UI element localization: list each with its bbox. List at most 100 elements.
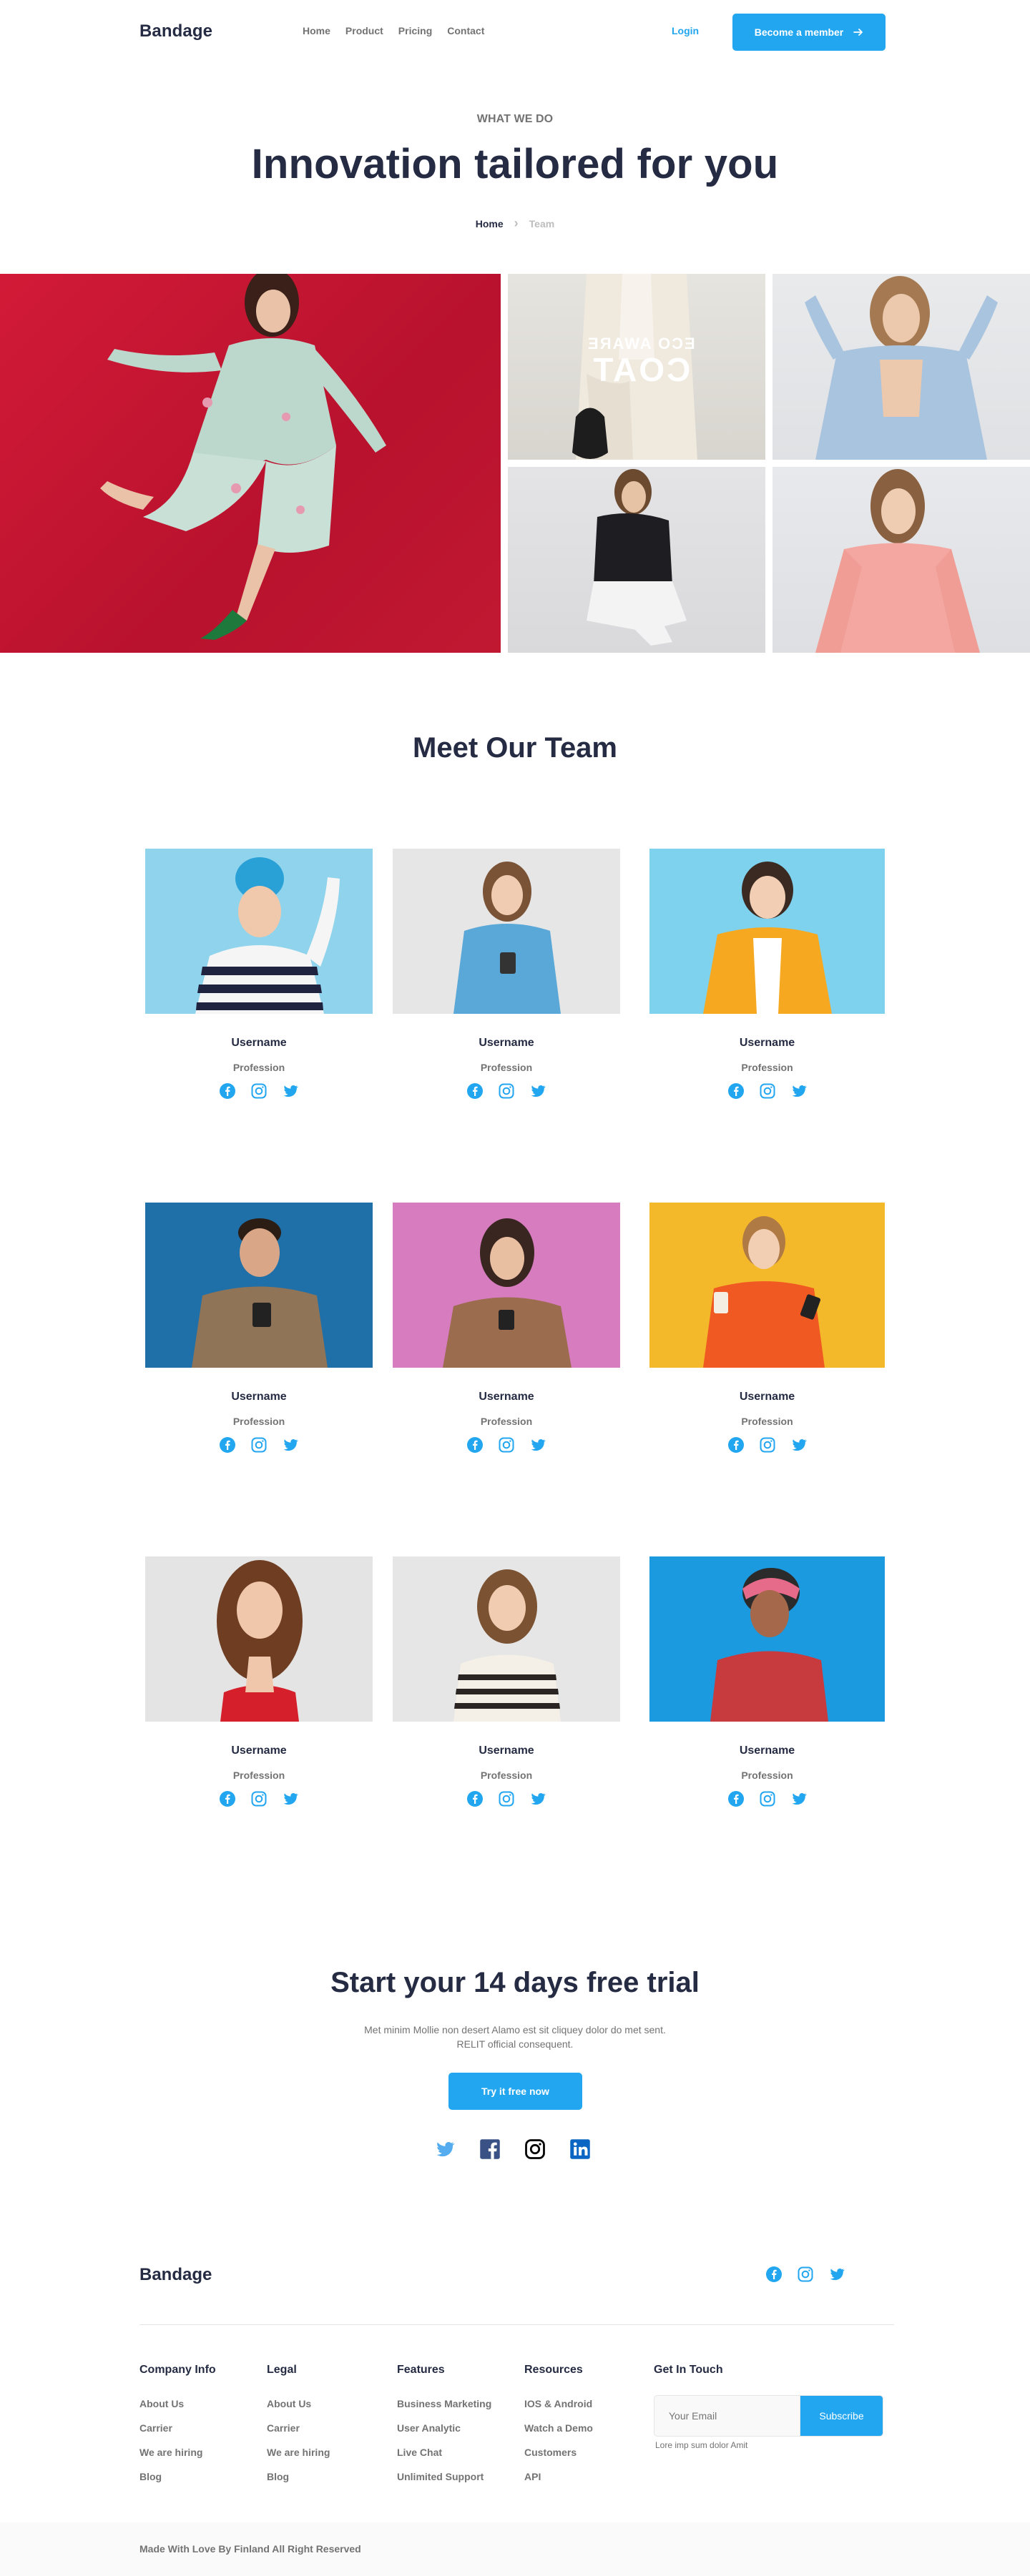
gallery-image-coat: ECO AWARE COAT — [508, 274, 765, 460]
brand-logo[interactable]: Bandage — [139, 21, 212, 41]
instagram-icon[interactable] — [759, 1082, 776, 1100]
facebook-icon[interactable] — [219, 1790, 236, 1807]
footer-column-features: Features Business Marketing User Analyti… — [397, 2364, 491, 2495]
facebook-icon[interactable] — [727, 1790, 745, 1807]
newsletter-form: Subscribe — [654, 2395, 883, 2437]
instagram-icon[interactable] — [250, 1790, 268, 1807]
facebook-icon[interactable] — [727, 1082, 745, 1100]
person-striped-sweater-illustration — [453, 1569, 561, 1722]
denim-jacket-model-illustration — [805, 276, 998, 460]
footer-column-title: Legal — [267, 2364, 297, 2376]
team-member-socials — [393, 1436, 620, 1454]
chevron-right-icon: › — [514, 216, 519, 230]
twitter-icon[interactable] — [282, 1436, 299, 1454]
team-card: Username Profession — [393, 1203, 620, 1454]
footer-link[interactable]: Watch a Demo — [524, 2422, 593, 2434]
facebook-icon[interactable] — [466, 1436, 484, 1454]
footer-column-legal: Legal About Us Carrier We are hiring Blo… — [267, 2364, 330, 2495]
footer-link[interactable]: Blog — [139, 2471, 216, 2483]
instagram-icon[interactable] — [498, 1082, 515, 1100]
team-section-title: Meet Our Team — [413, 732, 617, 764]
team-card: Username Profession — [145, 1203, 373, 1454]
arrow-right-icon — [853, 29, 863, 36]
facebook-icon[interactable] — [479, 2138, 501, 2160]
email-input[interactable] — [654, 2395, 800, 2437]
twitter-icon[interactable] — [790, 1082, 808, 1100]
facebook-icon[interactable] — [219, 1436, 236, 1454]
nav-link-home[interactable]: Home — [303, 25, 330, 36]
instagram-icon[interactable] — [759, 1436, 776, 1454]
footer-link[interactable]: About Us — [139, 2398, 216, 2410]
black-sweater-model-illustration — [587, 469, 687, 646]
login-link[interactable]: Login — [672, 25, 699, 36]
facebook-icon[interactable] — [765, 2266, 783, 2283]
hero-header: WHAT WE DO Innovation tailored for you H… — [0, 65, 1030, 274]
twitter-icon[interactable] — [790, 1790, 808, 1807]
facebook-icon[interactable] — [466, 1082, 484, 1100]
footer-column-title: Get In Touch — [654, 2364, 723, 2376]
twitter-icon[interactable] — [282, 1082, 299, 1100]
footer-link[interactable]: We are hiring — [267, 2447, 330, 2459]
twitter-icon[interactable] — [282, 1790, 299, 1807]
footer-link[interactable]: Customers — [524, 2447, 593, 2459]
instagram-icon[interactable] — [759, 1790, 776, 1807]
nav-link-pricing[interactable]: Pricing — [398, 25, 432, 36]
team-member-socials — [393, 1790, 620, 1807]
footer-link[interactable]: Carrier — [139, 2422, 216, 2434]
instagram-icon[interactable] — [498, 1790, 515, 1807]
become-member-label: Become a member — [754, 26, 844, 38]
coat-print-text: ECO AWARE COAT — [587, 335, 695, 388]
team-member-profession: Profession — [480, 1416, 533, 1427]
person-orange-sweater-illustration — [703, 1216, 825, 1368]
hero-gallery: ECO AWARE COAT — [0, 274, 1030, 653]
twitter-icon[interactable] — [529, 1790, 546, 1807]
team-member-profession: Profession — [741, 1062, 793, 1073]
footer-brand-logo[interactable]: Bandage — [139, 2265, 212, 2285]
footer-link[interactable]: Business Marketing — [397, 2398, 491, 2410]
linkedin-icon[interactable] — [569, 2138, 591, 2160]
footer-link[interactable]: User Analytic — [397, 2422, 491, 2434]
footer-link[interactable]: Carrier — [267, 2422, 330, 2434]
team-member-socials — [393, 1082, 620, 1100]
team-member-photo — [393, 849, 620, 1014]
breadcrumb: Home › Team — [0, 216, 1030, 231]
twitter-icon[interactable] — [529, 1436, 546, 1454]
nav-link-contact[interactable]: Contact — [447, 25, 484, 36]
breadcrumb-home[interactable]: Home — [476, 218, 504, 230]
instagram-icon[interactable] — [797, 2266, 814, 2283]
page-title: Innovation tailored for you — [251, 141, 779, 187]
footer-link[interactable]: IOS & Android — [524, 2398, 593, 2410]
instagram-icon[interactable] — [250, 1082, 268, 1100]
team-member-profession: Profession — [480, 1062, 533, 1073]
nav-link-product[interactable]: Product — [345, 25, 383, 36]
twitter-icon[interactable] — [828, 2266, 845, 2283]
twitter-icon[interactable] — [790, 1436, 808, 1454]
footer-link[interactable]: Live Chat — [397, 2447, 491, 2459]
footer-link[interactable]: About Us — [267, 2398, 330, 2410]
footer-link[interactable]: Unlimited Support — [397, 2471, 491, 2483]
try-free-button[interactable]: Try it free now — [448, 2073, 582, 2110]
team-member-photo — [145, 1556, 373, 1722]
trial-description: Met minim Mollie non desert Alamo est si… — [364, 2024, 666, 2050]
facebook-icon[interactable] — [466, 1790, 484, 1807]
team-member-socials — [145, 1436, 373, 1454]
instagram-icon[interactable] — [524, 2138, 546, 2160]
footer-column-title: Resources — [524, 2364, 583, 2376]
team-member-name: Username — [739, 1745, 795, 1757]
subscribe-button[interactable]: Subscribe — [800, 2395, 883, 2437]
instagram-icon[interactable] — [498, 1436, 515, 1454]
copyright-text: Made With Love By Finland All Right Rese… — [139, 2543, 361, 2555]
facebook-icon[interactable] — [727, 1436, 745, 1454]
facebook-icon[interactable] — [219, 1082, 236, 1100]
twitter-icon[interactable] — [434, 2138, 456, 2160]
footer-column-title: Company Info — [139, 2364, 216, 2376]
instagram-icon[interactable] — [250, 1436, 268, 1454]
footer-link[interactable]: API — [524, 2471, 593, 2483]
twitter-icon[interactable] — [529, 1082, 546, 1100]
footer-link[interactable]: We are hiring — [139, 2447, 216, 2459]
footer-link[interactable]: Blog — [267, 2471, 330, 2483]
team-member-profession: Profession — [232, 1416, 285, 1427]
become-member-button[interactable]: Become a member — [732, 14, 886, 51]
person-blue-beanie-illustration — [195, 857, 340, 1014]
coat-line-2: COAT — [591, 351, 691, 388]
